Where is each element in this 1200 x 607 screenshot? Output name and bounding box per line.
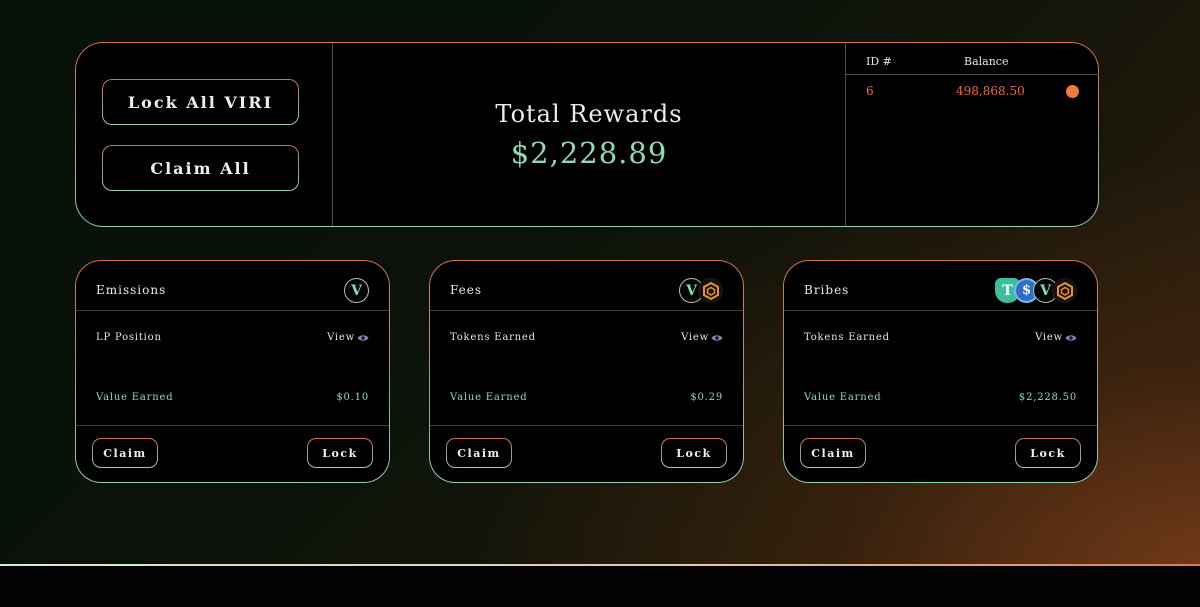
lock-all-viri-button[interactable]: Lock All VIRI xyxy=(102,79,299,125)
table-row[interactable]: 6 498,868.50 xyxy=(846,75,1099,105)
token-icons: V xyxy=(679,278,723,304)
value-earned-amount: $2,228.50 xyxy=(1018,392,1077,403)
lp-position-label: LP Position xyxy=(96,332,162,343)
emissions-card: Emissions V LP Position View Value Earne… xyxy=(75,260,390,483)
card-divider xyxy=(784,425,1097,426)
card-divider xyxy=(76,425,389,426)
card-title: Emissions xyxy=(96,283,167,297)
venft-table: ID # Balance 6 498,868.50 xyxy=(846,43,1099,226)
hex-token-icon xyxy=(1052,278,1077,303)
view-label: View xyxy=(681,332,709,343)
claim-all-button[interactable]: Claim All xyxy=(102,145,299,191)
card-header: Emissions V xyxy=(76,261,389,311)
total-rewards-value: $2,228.89 xyxy=(510,136,668,170)
lock-button[interactable]: Lock xyxy=(1015,438,1081,468)
row-id: 6 xyxy=(866,84,874,98)
token-icons: T $ V xyxy=(995,278,1077,304)
lock-button[interactable]: Lock xyxy=(307,438,373,468)
bribes-card: Bribes T $ V Tokens Earned View Value Ea… xyxy=(783,260,1098,483)
card-header: Fees V xyxy=(430,261,743,311)
tokens-earned-label: Tokens Earned xyxy=(804,332,890,343)
value-earned-amount: $0.29 xyxy=(690,392,723,403)
eye-icon xyxy=(711,334,723,342)
bulk-actions: Lock All VIRI Claim All xyxy=(76,43,333,226)
table-header: ID # Balance xyxy=(846,43,1099,75)
value-earned-amount: $0.10 xyxy=(336,392,369,403)
card-title: Fees xyxy=(450,283,483,297)
view-label: View xyxy=(1035,332,1063,343)
column-header-id: ID # xyxy=(866,55,892,68)
view-label: View xyxy=(327,332,355,343)
selected-indicator-icon[interactable] xyxy=(1066,85,1079,98)
value-earned-label: Value Earned xyxy=(96,392,174,403)
claim-button[interactable]: Claim xyxy=(800,438,866,468)
card-header: Bribes T $ V xyxy=(784,261,1097,311)
tokens-earned-label: Tokens Earned xyxy=(450,332,536,343)
view-link[interactable]: View xyxy=(327,332,369,343)
footer-bar xyxy=(0,566,1200,607)
viri-icon: V xyxy=(344,278,369,303)
eye-icon xyxy=(357,334,369,342)
total-rewards-title: Total Rewards xyxy=(495,100,683,128)
claim-button[interactable]: Claim xyxy=(92,438,158,468)
column-header-balance: Balance xyxy=(964,55,1009,68)
card-divider xyxy=(430,425,743,426)
view-link[interactable]: View xyxy=(681,332,723,343)
value-earned-label: Value Earned xyxy=(450,392,528,403)
view-link[interactable]: View xyxy=(1035,332,1077,343)
eye-icon xyxy=(1065,334,1077,342)
row-balance: 498,868.50 xyxy=(956,84,1025,98)
card-title: Bribes xyxy=(804,283,850,297)
claim-button[interactable]: Claim xyxy=(446,438,512,468)
hex-token-icon xyxy=(698,278,723,303)
lock-button[interactable]: Lock xyxy=(661,438,727,468)
value-earned-label: Value Earned xyxy=(804,392,882,403)
fees-card: Fees V Tokens Earned View Value Earned $… xyxy=(429,260,744,483)
token-icons: V xyxy=(344,278,369,304)
rewards-summary-panel: Lock All VIRI Claim All Total Rewards $2… xyxy=(75,42,1099,227)
total-rewards: Total Rewards $2,228.89 xyxy=(333,43,846,226)
